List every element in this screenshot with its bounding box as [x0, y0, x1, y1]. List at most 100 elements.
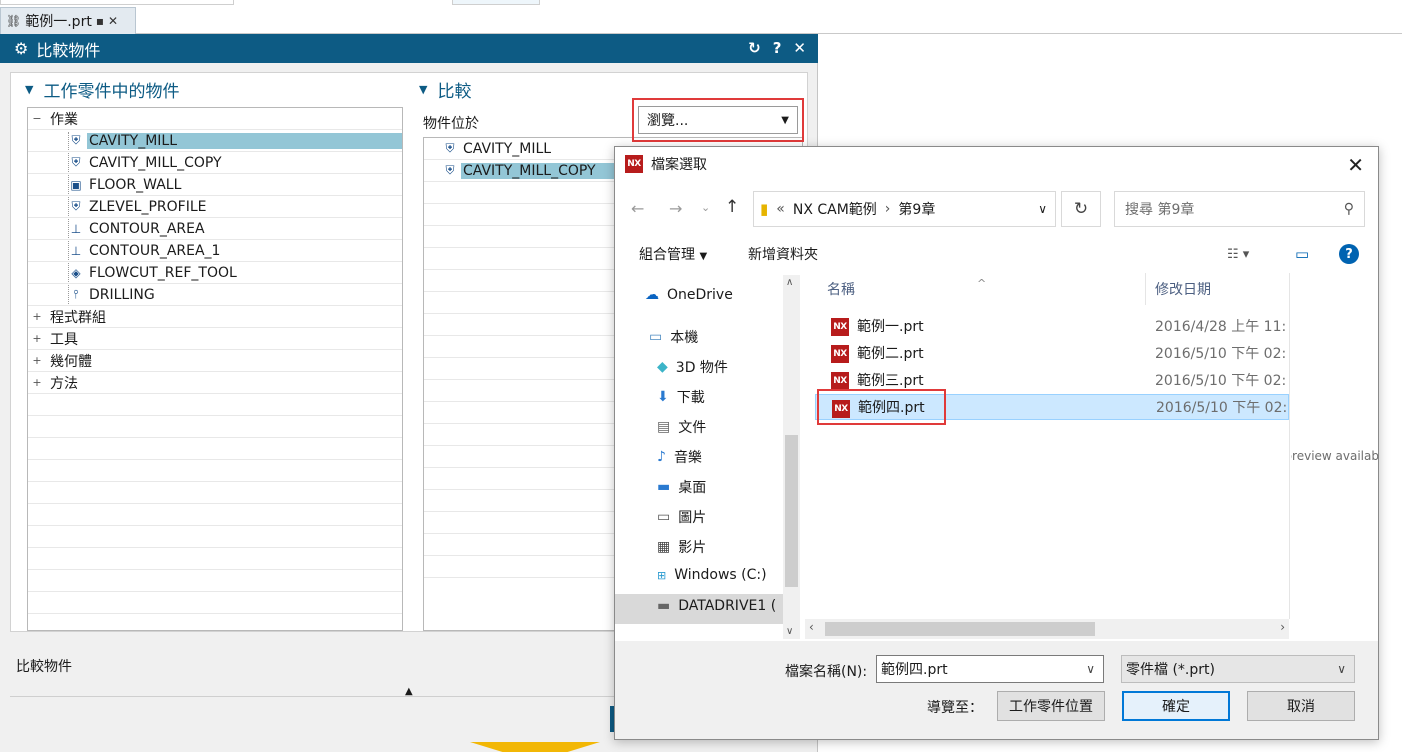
organize-menu[interactable]: 組合管理 ▼	[639, 244, 707, 264]
nav-item-onedrive[interactable]: ☁ OneDrive	[645, 287, 733, 303]
nav-item-music[interactable]: ♪ 音樂	[657, 447, 702, 467]
gear-icon: ⚙	[14, 39, 29, 58]
browse-dropdown[interactable]: 瀏覽... ▼	[638, 106, 798, 134]
object-location-label: 物件位於	[423, 116, 479, 132]
section-header-work-part[interactable]: ▼ 工作零件中的物件	[25, 77, 179, 102]
breadcrumb-item[interactable]: NX CAM範例	[793, 199, 877, 219]
picture-icon: ▭	[657, 509, 671, 525]
view-options-icon[interactable]: ☷ ▾	[1227, 247, 1249, 262]
dropdown-arrow-icon: ▼	[781, 114, 789, 126]
tree-item-operation[interactable]: ⛨ ZLEVEL_PROFILE	[28, 196, 402, 218]
graphics-shape	[470, 742, 600, 752]
preview-pane-text: preview availab	[1291, 449, 1379, 463]
tree-item-operation[interactable]: ⫯ DRILLING	[28, 284, 402, 306]
column-header-date[interactable]: 修改日期	[1155, 273, 1211, 305]
file-row[interactable]: NX 範例一.prt 2016/4/28 上午 11:	[815, 313, 1289, 339]
up-arrow-icon[interactable]: ↑	[725, 197, 739, 217]
highlight-box	[817, 389, 946, 425]
tree-empty-row	[28, 438, 402, 460]
chevron-down-icon[interactable]: ∨	[1337, 662, 1346, 676]
cloud-icon: ☁	[645, 287, 659, 303]
cancel-button[interactable]: 取消	[1247, 691, 1355, 721]
command-bar: 組合管理 ▼ 新增資料夾 ☷ ▾ ▭ ?	[615, 235, 1378, 273]
tree-empty-row	[28, 394, 402, 416]
scroll-up-icon[interactable]: ∧	[786, 277, 793, 288]
scroll-left-icon[interactable]: ‹	[809, 620, 814, 634]
nav-item-3d-objects[interactable]: ◆ 3D 物件	[657, 357, 728, 377]
address-bar[interactable]: ▮ « NX CAM範例 › 第9章 ∨	[753, 191, 1056, 227]
scroll-right-icon[interactable]: ›	[1280, 620, 1285, 634]
nav-item-datadrive[interactable]: ▬ DATADRIVE1 (	[657, 598, 776, 614]
filename-input[interactable]: 範例四.prt ∨	[876, 655, 1104, 683]
recent-chevron-icon[interactable]: ⌄	[701, 201, 710, 214]
collapse-triangle-icon: ▼	[419, 83, 428, 96]
expand-icon[interactable]: +	[32, 354, 42, 367]
nav-item-drive-c[interactable]: ⊞ Windows (C:)	[657, 567, 767, 583]
expand-icon[interactable]: +	[32, 310, 42, 323]
tree-item-operation[interactable]: ⊥ CONTOUR_AREA	[28, 218, 402, 240]
horizontal-scrollbar[interactable]: ‹ ›	[805, 619, 1289, 639]
close-icon[interactable]: ✕	[1347, 153, 1364, 177]
modified-icon: ▪	[95, 14, 104, 28]
column-header-name[interactable]: 名稱	[827, 273, 855, 305]
scroll-thumb[interactable]	[785, 435, 798, 587]
breadcrumb-item[interactable]: 第9章	[898, 199, 935, 219]
close-icon[interactable]: ✕	[793, 39, 806, 57]
tree-item-operation[interactable]: ⊥ CONTOUR_AREA_1	[28, 240, 402, 262]
file-dialog-title: 檔案選取	[651, 157, 707, 173]
search-icon: ⚲	[1343, 201, 1354, 217]
help-icon[interactable]: ?	[1339, 244, 1359, 264]
close-icon[interactable]: ✕	[108, 14, 118, 28]
document-tab[interactable]: ⛓ 範例一.prt ▪ ✕	[0, 7, 136, 34]
forward-arrow-icon[interactable]: →	[669, 199, 682, 218]
scroll-thumb[interactable]	[825, 622, 1095, 636]
nav-item-pictures[interactable]: ▭ 圖片	[657, 507, 706, 527]
expand-icon[interactable]: +	[32, 376, 42, 389]
dialog-title: 比較物件	[36, 40, 101, 60]
cavity-mill-icon: ⛨	[445, 163, 455, 177]
background-tab	[452, 0, 540, 5]
collapse-icon[interactable]: −	[32, 112, 42, 125]
nav-item-desktop[interactable]: ▬ 桌面	[657, 477, 706, 497]
tree-item-operation[interactable]: ◈ FLOWCUT_REF_TOOL	[28, 262, 402, 284]
nx-file-icon: NX	[831, 372, 849, 390]
tree-group-operations[interactable]: − 作業	[28, 108, 402, 130]
chevron-down-icon[interactable]: ∨	[1086, 662, 1095, 676]
nav-item-videos[interactable]: ▦ 影片	[657, 537, 706, 557]
tree-item-operation[interactable]: ⛨ CAVITY_MILL_COPY	[28, 152, 402, 174]
tree-item-operation[interactable]: ▣ FLOOR_WALL	[28, 174, 402, 196]
bottom-status-label: 比較物件	[16, 659, 72, 675]
reset-icon[interactable]: ↻	[748, 39, 761, 57]
cavity-mill-icon: ⛨	[71, 133, 81, 147]
search-input[interactable]: 搜尋 第9章 ⚲	[1114, 191, 1365, 227]
chevron-down-icon[interactable]: ∨	[1038, 202, 1047, 216]
back-arrow-icon[interactable]: ←	[631, 199, 644, 218]
tree-empty-row	[28, 614, 402, 630]
tree-empty-row	[28, 482, 402, 504]
nav-item-documents[interactable]: ▤ 文件	[657, 417, 706, 437]
filetype-select[interactable]: 零件檔 (*.prt) ∨	[1121, 655, 1355, 683]
vertical-scrollbar[interactable]: ∧ ∨	[783, 275, 800, 639]
tree-group[interactable]: + 程式群組	[28, 306, 402, 328]
tree-group[interactable]: + 工具	[28, 328, 402, 350]
document-tab-title: 範例一.prt	[25, 14, 92, 30]
section-header-compare[interactable]: ▼ 比較	[419, 77, 471, 102]
new-folder-button[interactable]: 新增資料夾	[748, 244, 818, 264]
refresh-button[interactable]: ↻	[1061, 191, 1101, 227]
nav-item-this-pc[interactable]: ▭ 本機	[649, 327, 698, 347]
expand-icon[interactable]: +	[32, 332, 42, 345]
ok-button[interactable]: 確定	[1122, 691, 1230, 721]
scroll-down-icon[interactable]: ∨	[786, 626, 793, 637]
help-icon[interactable]: ?	[773, 39, 782, 57]
tree-group[interactable]: + 方法	[28, 372, 402, 394]
filename-label: 檔案名稱(N):	[785, 664, 868, 680]
file-dialog-footer: 檔案名稱(N): 範例四.prt ∨ 零件檔 (*.prt) ∨ 導覽至： 工作…	[615, 641, 1378, 739]
tree-empty-row	[28, 592, 402, 614]
preview-pane-icon[interactable]: ▭	[1295, 245, 1309, 263]
tree-item-operation[interactable]: ⛨ CAVITY_MILL	[28, 130, 402, 152]
nav-item-downloads[interactable]: ⬇ 下載	[657, 387, 705, 407]
floor-wall-icon: ▣	[70, 177, 82, 192]
file-row[interactable]: NX 範例二.prt 2016/5/10 下午 02:	[815, 340, 1289, 366]
work-part-location-button[interactable]: 工作零件位置	[997, 691, 1105, 721]
tree-group[interactable]: + 幾何體	[28, 350, 402, 372]
